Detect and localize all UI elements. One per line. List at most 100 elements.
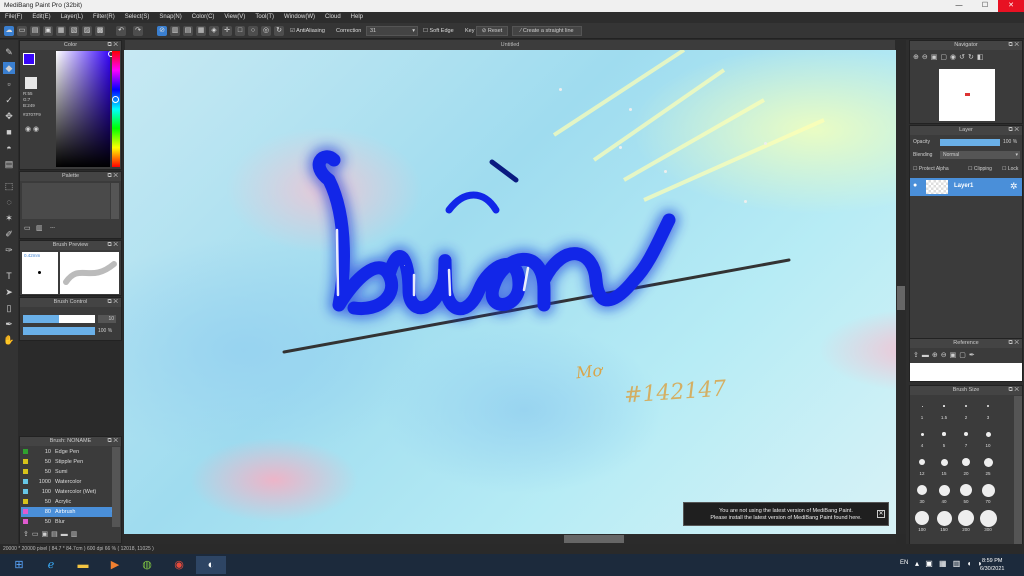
clock[interactable]: 8:59 PM 6/30/2021 (980, 557, 1004, 573)
close-button[interactable]: ✕ (998, 0, 1024, 12)
magic-wand-icon[interactable]: ✶ (3, 212, 15, 224)
add-brush-icon[interactable]: ▭ (32, 531, 42, 538)
transparent-swatch[interactable] (25, 77, 37, 89)
soft-edge-checkbox[interactable]: ☐ Soft Edge (423, 23, 454, 39)
tray-icons[interactable]: ▴ ▣ ▦ ▥ ◖ ◗ (915, 559, 984, 568)
share-icon[interactable]: ▧ (69, 26, 79, 36)
layer-row[interactable]: ● Layer1 ✲ (910, 178, 1022, 196)
open-icon[interactable]: ▬ (922, 352, 932, 359)
folder-icon[interactable]: ▬ (61, 531, 71, 538)
brush-size-option[interactable] (986, 404, 990, 408)
copy-icon[interactable]: ▤ (51, 531, 61, 538)
select-pen-icon[interactable]: ✐ (3, 228, 15, 240)
close-icon[interactable]: ⧉ ✕ (1008, 339, 1019, 348)
fill-rect-icon[interactable]: ■ (3, 126, 15, 138)
ie-icon[interactable]: ℯ (36, 556, 66, 574)
document-tab[interactable]: Untitled (125, 40, 895, 50)
save-icon[interactable]: ▣ (43, 26, 53, 36)
straight-line-button[interactable]: ⁄ Create a straight line (512, 26, 582, 36)
navigator-thumbnail[interactable] (939, 69, 995, 121)
palette-add-icon[interactable]: ▭ (24, 224, 31, 232)
flip-icon[interactable]: ◧ (977, 54, 987, 61)
medibang-icon[interactable]: ◐ (196, 556, 226, 574)
brush-size-option[interactable] (964, 432, 968, 436)
concentric-icon[interactable]: ◎ (261, 26, 271, 36)
hue-slider[interactable] (112, 51, 120, 167)
close-icon[interactable]: ⧉ ✕ (107, 241, 118, 250)
eye-icon[interactable]: ● (913, 182, 917, 189)
tile-icon[interactable]: ▦ (196, 26, 206, 36)
brush-size-option[interactable] (915, 511, 929, 525)
brush-item[interactable]: 80Airbrush✲ (21, 507, 112, 517)
pen-icon[interactable]: ✎ (3, 46, 15, 58)
brush-size-option[interactable] (965, 405, 967, 407)
brush-list-scrollbar[interactable] (112, 447, 120, 527)
horizontal-scroll-thumb[interactable] (564, 535, 624, 543)
new-file-icon[interactable]: ▭ (17, 26, 27, 36)
close-icon[interactable]: ⧉ ✕ (107, 41, 118, 50)
text-icon[interactable]: T (3, 270, 15, 282)
explorer-icon[interactable]: ▬ (68, 556, 98, 574)
bucket-icon[interactable]: ◓ (3, 142, 15, 154)
upload-icon[interactable]: ⇪ (913, 352, 922, 359)
correction-select[interactable]: 31 ▾ (366, 26, 418, 36)
update-notification[interactable]: You are not using the latest version of … (683, 502, 889, 526)
brush-size-option[interactable] (919, 459, 925, 465)
close-icon[interactable]: ⧉ ✕ (1008, 126, 1019, 135)
brush-size-option[interactable] (960, 484, 972, 496)
settings-icon[interactable]: ▨ (82, 26, 92, 36)
zoom-in-icon[interactable]: ⊕ (913, 54, 922, 61)
menu-color[interactable]: Color(C) (187, 12, 220, 23)
select-rect-icon[interactable]: ⬚ (3, 180, 15, 192)
brush-size-option[interactable] (917, 485, 927, 495)
redo-icon[interactable]: ↷ (133, 26, 143, 36)
vertical-scroll-thumb[interactable] (897, 286, 905, 310)
upload-icon[interactable]: ⇪ (23, 531, 32, 538)
brush-item[interactable]: 100 Watercolor (Wet) (21, 487, 112, 497)
menu-edit[interactable]: Edit(E) (27, 12, 55, 23)
saturation-value-picker[interactable] (56, 51, 114, 167)
brush-item[interactable]: 50 Acrylic (21, 497, 112, 507)
protect-alpha-checkbox[interactable]: ☐ Protect Alpha (913, 166, 949, 172)
brush-size-option[interactable] (936, 510, 952, 526)
antialias-checkbox[interactable]: ☑ AntiAliasing (290, 23, 325, 39)
brush-size-option[interactable] (983, 457, 993, 467)
palette-scrollbar[interactable] (111, 183, 119, 219)
language-indicator[interactable]: EN (900, 560, 908, 566)
brush-item[interactable]: 50 Sumi (21, 467, 112, 477)
brush-size-option[interactable] (981, 483, 995, 497)
brush-opacity-slider[interactable] (23, 327, 95, 335)
menu-view[interactable]: View(V) (219, 12, 250, 23)
trash-icon[interactable]: ▥ (71, 531, 81, 538)
zoom-out-icon[interactable]: ⊖ (941, 352, 950, 359)
open-file-icon[interactable]: ▤ (30, 26, 40, 36)
close-icon[interactable]: ⧉ ✕ (1008, 41, 1019, 50)
menu-select[interactable]: Select(S) (120, 12, 155, 23)
close-icon[interactable]: ⧉ ✕ (1008, 386, 1019, 395)
lasso-icon[interactable]: ◌ (3, 196, 15, 208)
palette-area[interactable] (22, 183, 110, 219)
perspective-icon[interactable]: ◈ (209, 26, 219, 36)
menu-layer[interactable]: Layer(L) (56, 12, 88, 23)
undo-icon[interactable]: ↶ (116, 26, 126, 36)
brush-size-option[interactable] (958, 510, 974, 526)
actual-size-icon[interactable]: ▢ (959, 352, 969, 359)
menu-snap[interactable]: Snap(N) (154, 12, 186, 23)
menu-tool[interactable]: Tool(T) (250, 12, 279, 23)
operation-icon[interactable]: ➤ (3, 286, 15, 298)
menu-help[interactable]: Help (346, 12, 368, 23)
brush-item[interactable]: 50 Blur (21, 517, 112, 527)
brush-size-option[interactable] (979, 509, 997, 527)
brush-size-option[interactable] (942, 432, 946, 436)
divide-icon[interactable]: ▯ (3, 302, 15, 314)
menu-window[interactable]: Window(W) (279, 12, 320, 23)
close-icon[interactable]: ⧉ ✕ (107, 437, 118, 446)
brush-size-option[interactable] (921, 405, 923, 407)
brush-size-value[interactable]: 10 (98, 315, 116, 323)
chrome-icon[interactable]: ◉ (164, 556, 194, 574)
start-icon[interactable]: ⊞ (4, 556, 34, 574)
zoom-in-icon[interactable]: ⊕ (932, 352, 941, 359)
export-icon[interactable]: ▦ (56, 26, 66, 36)
brush-size-scrollbar[interactable] (1014, 396, 1022, 544)
minimize-button[interactable]: — (946, 0, 972, 12)
